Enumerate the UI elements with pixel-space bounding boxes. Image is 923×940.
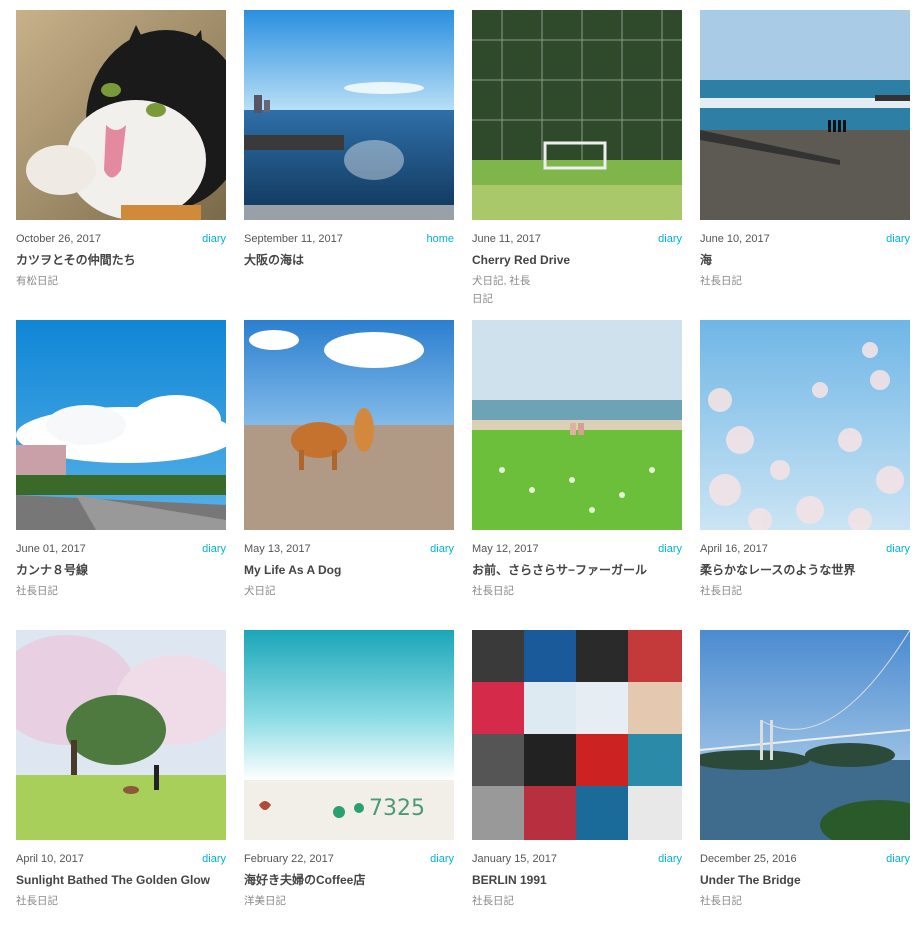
post-card-2[interactable]: September 11, 2017 home 大阪の海は [244,10,454,320]
post-meta: June 11, 2017 diary [472,233,682,247]
post-thumbnail[interactable] [16,630,226,840]
post-thumbnail[interactable] [244,320,454,530]
post-tags[interactable]: 社長日記 [472,892,622,910]
post-category-link[interactable]: diary [658,853,682,865]
post-tags[interactable]: 社長日記 [16,892,166,910]
post-title[interactable]: 海好き夫婦のCoffee店 [244,873,454,887]
post-date: June 10, 2017 [700,233,770,245]
post-category-link[interactable]: diary [430,543,454,555]
post-thumbnail[interactable] [472,10,682,220]
post-date: April 16, 2017 [700,543,768,555]
post-tags[interactable]: 犬日記 [244,582,394,600]
post-card-8[interactable]: April 16, 2017 diary 柔らかなレースのような世界 社長日記 [700,320,910,630]
post-thumbnail[interactable] [16,10,226,220]
post-meta: April 10, 2017 diary [16,853,226,867]
post-category-link[interactable]: diary [202,543,226,555]
post-date: May 13, 2017 [244,543,311,555]
post-title[interactable]: 大阪の海は [244,253,454,267]
post-category-link[interactable]: diary [430,853,454,865]
post-thumbnail[interactable] [700,10,910,220]
post-meta: June 01, 2017 diary [16,543,226,557]
post-date: April 10, 2017 [16,853,84,865]
post-meta: September 11, 2017 home [244,233,454,247]
post-title[interactable]: Sunlight Bathed The Golden Glow [16,873,226,887]
post-date: June 11, 2017 [472,233,541,245]
post-title[interactable]: Cherry Red Drive [472,253,682,267]
post-meta: April 16, 2017 diary [700,543,910,557]
post-tags[interactable]: 社長日記 [16,582,166,600]
post-tags[interactable]: 社長日記 [700,892,850,910]
svg-text:7325: 7325 [369,796,425,821]
post-category-link[interactable]: diary [886,233,910,245]
post-tags[interactable]: 社長日記 [700,582,850,600]
post-category-link[interactable]: diary [658,233,682,245]
post-date: February 22, 2017 [244,853,334,865]
post-thumbnail[interactable] [16,320,226,530]
post-title[interactable]: BERLIN 1991 [472,873,682,887]
post-thumbnail[interactable] [472,630,682,840]
post-card-5[interactable]: June 01, 2017 diary カンナ８号線 社長日記 [16,320,226,630]
post-thumbnail[interactable] [700,320,910,530]
post-date: June 01, 2017 [16,543,86,555]
post-meta: October 26, 2017 diary [16,233,226,247]
post-card-1[interactable]: October 26, 2017 diary カツヲとその仲間たち 有松日記 [16,10,226,320]
post-card-12[interactable]: December 25, 2016 diary Under The Bridge… [700,630,910,940]
post-card-7[interactable]: May 12, 2017 diary お前、さらさらサ−ファーガール 社長日記 [472,320,682,630]
post-meta: January 15, 2017 diary [472,853,682,867]
post-thumbnail[interactable] [700,630,910,840]
post-title[interactable]: お前、さらさらサ−ファーガール [472,563,682,577]
post-thumbnail[interactable] [244,10,454,220]
post-category-link[interactable]: diary [886,543,910,555]
post-tags[interactable]: 犬日記, 社長 日記 [472,272,542,308]
post-tags[interactable]: 有松日記 [16,272,166,290]
post-title[interactable]: Under The Bridge [700,873,910,887]
post-title[interactable]: My Life As A Dog [244,563,454,577]
post-date: January 15, 2017 [472,853,558,865]
post-date: December 25, 2016 [700,853,797,865]
post-category-link[interactable]: home [426,233,454,245]
post-title[interactable]: 海 [700,253,910,267]
post-meta: May 12, 2017 diary [472,543,682,557]
post-date: May 12, 2017 [472,543,539,555]
post-meta: December 25, 2016 diary [700,853,910,867]
post-title[interactable]: 柔らかなレースのような世界 [700,563,910,577]
post-card-11[interactable]: January 15, 2017 diary BERLIN 1991 社長日記 [472,630,682,940]
post-card-3[interactable]: June 11, 2017 diary Cherry Red Drive 犬日記… [472,10,682,320]
post-category-link[interactable]: diary [658,543,682,555]
post-category-link[interactable]: diary [886,853,910,865]
post-card-4[interactable]: June 10, 2017 diary 海 社長日記 [700,10,910,320]
post-meta: June 10, 2017 diary [700,233,910,247]
post-tags[interactable]: 社長日記 [700,272,850,290]
post-meta: February 22, 2017 diary [244,853,454,867]
post-meta: May 13, 2017 diary [244,543,454,557]
post-title[interactable]: カツヲとその仲間たち [16,253,226,267]
post-tags[interactable]: 洋美日記 [244,892,394,910]
post-grid: October 26, 2017 diary カツヲとその仲間たち 有松日記 S… [16,10,910,940]
post-category-link[interactable]: diary [202,853,226,865]
post-thumbnail[interactable]: 7325 [244,630,454,840]
post-category-link[interactable]: diary [202,233,226,245]
post-title[interactable]: カンナ８号線 [16,563,226,577]
post-card-9[interactable]: April 10, 2017 diary Sunlight Bathed The… [16,630,226,940]
post-card-10[interactable]: 7325 February 22, 2017 diary 海好き夫婦のCoffe… [244,630,454,940]
post-date: October 26, 2017 [16,233,102,245]
post-card-6[interactable]: May 13, 2017 diary My Life As A Dog 犬日記 [244,320,454,630]
post-thumbnail[interactable] [472,320,682,530]
post-date: September 11, 2017 [244,233,343,245]
post-tags[interactable]: 社長日記 [472,582,622,600]
